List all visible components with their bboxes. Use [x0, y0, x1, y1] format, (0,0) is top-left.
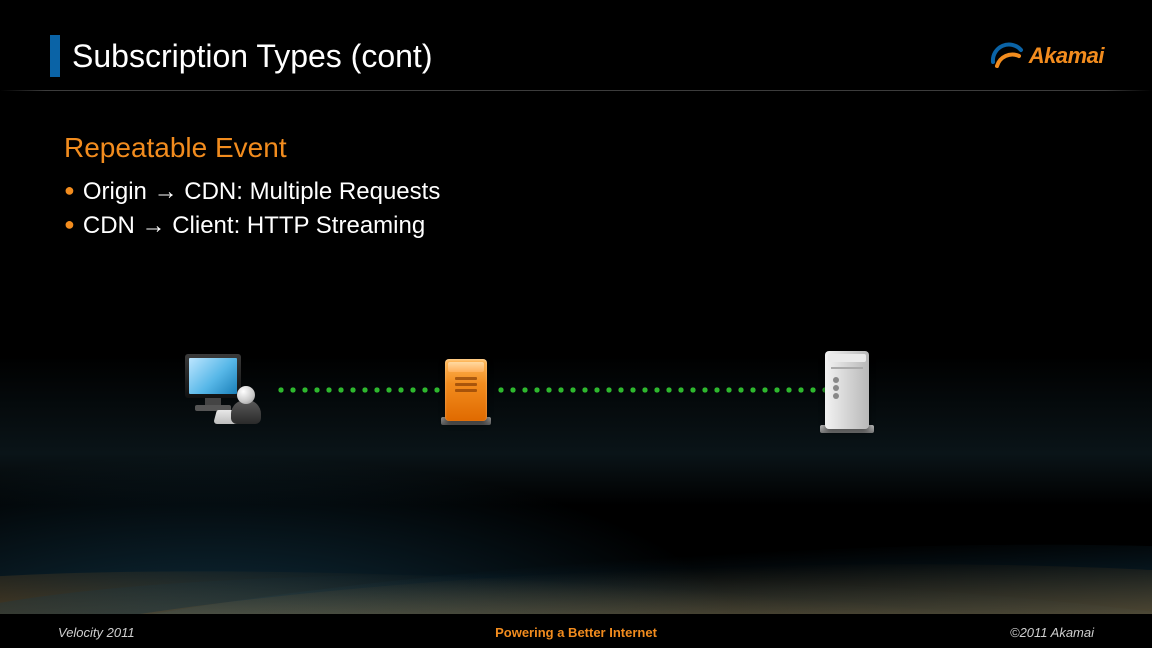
- footer-right: ©2011 Akamai: [1010, 625, 1094, 640]
- bullet-icon: ●: [64, 180, 75, 200]
- bullet-text: CDN → Client: HTTP Streaming: [83, 212, 425, 239]
- section-heading: Repeatable Event: [64, 132, 287, 164]
- connection-cdn-origin: [495, 387, 830, 393]
- slide-title: Subscription Types (cont): [72, 38, 432, 75]
- brand-logo-text: Akamai: [1029, 43, 1104, 69]
- network-diagram: [185, 330, 932, 450]
- footer-center: Powering a Better Internet: [495, 625, 657, 640]
- bullet-item: ● CDN → Client: HTTP Streaming: [64, 212, 440, 240]
- bullet-text: Origin → CDN: Multiple Requests: [83, 178, 440, 205]
- title-area: Subscription Types (cont): [50, 35, 432, 77]
- decorative-wave: [0, 518, 1152, 618]
- cdn-node-icon: [445, 359, 487, 421]
- slide: Subscription Types (cont) Akamai Repeata…: [0, 0, 1152, 648]
- footer-left: Velocity 2011: [58, 625, 135, 640]
- bullet-icon: ●: [64, 214, 75, 234]
- footer: Velocity 2011 Powering a Better Internet…: [0, 625, 1152, 640]
- header-divider: [0, 90, 1152, 91]
- client-node-icon: [185, 350, 275, 430]
- connection-client-cdn: [275, 387, 450, 393]
- bullet-item: ● Origin → CDN: Multiple Requests: [64, 178, 440, 206]
- bullet-list: ● Origin → CDN: Multiple Requests ● CDN → …: [64, 178, 440, 246]
- akamai-swoosh-icon: [989, 38, 1025, 74]
- origin-node-icon: [825, 351, 869, 429]
- title-accent-bar: [50, 35, 60, 77]
- user-icon: [229, 386, 263, 426]
- brand-logo: Akamai: [989, 38, 1104, 74]
